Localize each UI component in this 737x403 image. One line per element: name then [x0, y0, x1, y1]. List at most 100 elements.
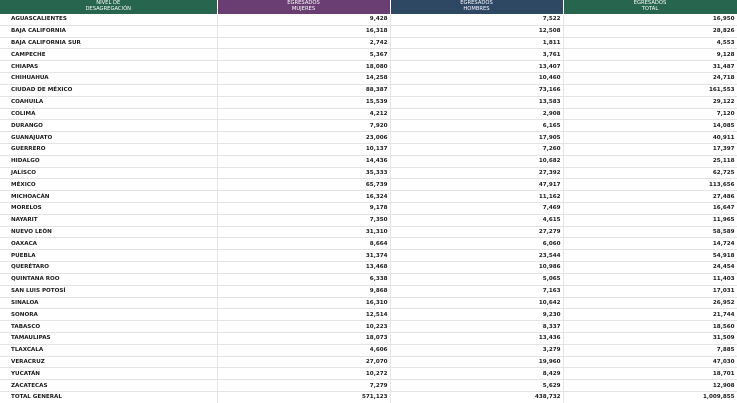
hombres-cell: 11,162 [390, 190, 564, 203]
state-name-cell: PUEBLA [0, 249, 218, 263]
header-nivel-line2: DESAGREGACIÓN [85, 6, 132, 12]
table-row: TABASCO 10,223 8,337 18,560 [0, 320, 737, 333]
state-name-cell: TLAXCALA [0, 344, 218, 357]
mujeres-cell: 8,664 [217, 237, 391, 251]
table-row: ZACATECAS 7,279 5,629 12,908 [0, 379, 737, 392]
table-row: GUANAJUATO 23,006 17,905 40,911 [0, 131, 737, 144]
state-name-cell: QUERÉTARO [0, 261, 218, 274]
mujeres-cell: 6,338 [217, 273, 391, 286]
state-name-cell: SAN LUIS POTOSÍ [0, 285, 218, 298]
state-name-cell: HIDALGO [0, 155, 218, 168]
total-cell: 9,128 [563, 48, 737, 62]
header-total[interactable]: EGRESADOS TOTAL [563, 0, 737, 14]
graduates-table: NIVEL DE DESAGREGACIÓN EGRESADOS MUJERES… [0, 0, 737, 403]
header-row: NIVEL DE DESAGREGACIÓN EGRESADOS MUJERES… [0, 0, 737, 14]
table-row: MÉXICO 65,739 47,917 113,656 [0, 178, 737, 192]
mujeres-cell: 16,310 [217, 297, 391, 310]
mujeres-cell: 7,279 [217, 379, 391, 392]
table-row: AGUASCALIENTES 9,428 7,522 16,950 [0, 14, 737, 26]
table-row: DURANGO 7,920 6,165 14,085 [0, 119, 737, 133]
hombres-cell: 10,460 [390, 72, 564, 85]
hombres-cell: 10,682 [390, 155, 564, 168]
total-cell: 27,486 [563, 190, 737, 203]
hombres-cell: 8,337 [390, 320, 564, 333]
mujeres-cell: 10,137 [217, 143, 391, 156]
header-nivel[interactable]: NIVEL DE DESAGREGACIÓN [0, 0, 218, 14]
table-row: HIDALGO 14,436 10,682 25,118 [0, 155, 737, 168]
mujeres-cell: 4,606 [217, 344, 391, 357]
hombres-cell: 23,544 [390, 249, 564, 263]
hombres-cell: 438,732 [390, 390, 564, 403]
total-cell: 25,118 [563, 155, 737, 168]
table-row: COLIMA 4,212 2,908 7,120 [0, 108, 737, 121]
header-hombres-line2: HOMBRES [463, 6, 490, 12]
table-row: COAHUILA 15,539 13,583 29,122 [0, 96, 737, 109]
state-name-cell: GUANAJUATO [0, 131, 218, 144]
hombres-cell: 19,960 [390, 356, 564, 369]
state-name-cell: CHIAPAS [0, 60, 218, 74]
mujeres-cell: 31,374 [217, 249, 391, 263]
header-hombres[interactable]: EGRESADOS HOMBRES [390, 0, 564, 14]
total-cell: 24,718 [563, 72, 737, 85]
mujeres-cell: 5,367 [217, 48, 391, 62]
total-cell: 161,553 [563, 84, 737, 97]
state-name-cell: CIUDAD DE MÉXICO [0, 84, 218, 97]
table-row: OAXACA 8,664 6,060 14,724 [0, 237, 737, 251]
state-name-cell: SINALOA [0, 297, 218, 310]
state-name-cell: TAMAULIPAS [0, 332, 218, 345]
header-mujeres-line2: MUJERES [291, 6, 316, 12]
state-name-cell: GUERRERO [0, 143, 218, 156]
total-cell: 17,031 [563, 285, 737, 298]
hombres-cell: 3,279 [390, 344, 564, 357]
total-cell: 54,918 [563, 249, 737, 263]
state-name-cell: SONORA [0, 308, 218, 322]
hombres-cell: 13,583 [390, 96, 564, 109]
state-name-cell: DURANGO [0, 119, 218, 133]
total-cell: 17,397 [563, 143, 737, 156]
mujeres-cell: 15,539 [217, 96, 391, 109]
hombres-cell: 1,811 [390, 37, 564, 50]
hombres-cell: 12,508 [390, 25, 564, 38]
mujeres-cell: 31,310 [217, 226, 391, 239]
header-total-line2: TOTAL [641, 6, 659, 12]
table-row: NUEVO LEÓN 31,310 27,279 58,589 [0, 226, 737, 239]
state-name-cell: ZACATECAS [0, 379, 218, 392]
total-cell: 24,454 [563, 261, 737, 274]
state-name-cell: BAJA CALIFORNIA SUR [0, 37, 218, 50]
hombres-cell: 6,060 [390, 237, 564, 251]
hombres-cell: 8,429 [390, 367, 564, 381]
total-cell: 29,122 [563, 96, 737, 109]
total-cell: 62,725 [563, 167, 737, 180]
hombres-cell: 27,392 [390, 167, 564, 180]
hombres-cell: 73,166 [390, 84, 564, 97]
hombres-cell: 4,615 [390, 214, 564, 227]
total-cell: 14,085 [563, 119, 737, 133]
mujeres-cell: 571,123 [217, 390, 391, 403]
state-name-cell: NAYARIT [0, 214, 218, 227]
total-cell: 12,908 [563, 379, 737, 392]
hombres-cell: 7,469 [390, 202, 564, 215]
state-name-cell: TABASCO [0, 320, 218, 333]
hombres-cell: 10,642 [390, 297, 564, 310]
total-cell: 18,560 [563, 320, 737, 333]
total-cell: 31,509 [563, 332, 737, 345]
total-cell: 14,724 [563, 237, 737, 251]
header-mujeres[interactable]: EGRESADOS MUJERES [217, 0, 391, 14]
mujeres-cell: 2,742 [217, 37, 391, 50]
mujeres-cell: 9,178 [217, 202, 391, 215]
hombres-cell: 13,436 [390, 332, 564, 345]
state-name-cell: COLIMA [0, 108, 218, 121]
hombres-cell: 47,917 [390, 178, 564, 192]
mujeres-cell: 13,468 [217, 261, 391, 274]
mujeres-cell: 10,223 [217, 320, 391, 333]
total-cell: 16,950 [563, 14, 737, 26]
mujeres-cell: 88,387 [217, 84, 391, 97]
hombres-cell: 27,279 [390, 226, 564, 239]
mujeres-cell: 7,920 [217, 119, 391, 133]
mujeres-cell: 12,514 [217, 308, 391, 322]
hombres-cell: 3,761 [390, 48, 564, 62]
table-row: JALISCO 35,333 27,392 62,725 [0, 167, 737, 180]
hombres-cell: 5,065 [390, 273, 564, 286]
mujeres-cell: 14,258 [217, 72, 391, 85]
total-cell: 21,744 [563, 308, 737, 322]
